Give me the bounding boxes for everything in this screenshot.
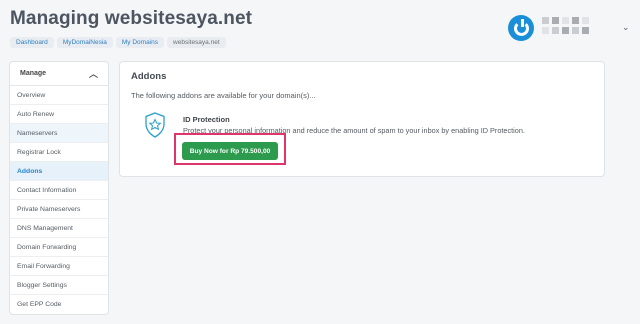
sidebar-item-overview[interactable]: Overview — [10, 86, 108, 105]
breadcrumb-my-domains[interactable]: My Domains — [115, 37, 165, 48]
addons-title: Addons — [131, 71, 167, 82]
chevron-up-icon[interactable]: ︿ — [89, 67, 98, 80]
sidebar-item-dns-management[interactable]: DNS Management — [10, 219, 108, 238]
sidebar-item-registrar-lock[interactable]: Registrar Lock — [10, 143, 108, 162]
shield-star-icon — [145, 112, 165, 138]
sidebar-item-contact-information[interactable]: Contact Information — [10, 181, 108, 200]
sidebar-item-blogger-settings[interactable]: Blogger Settings — [10, 276, 108, 295]
breadcrumb-mydomainesia[interactable]: MyDomaiNesia — [56, 37, 113, 48]
power-logo-icon[interactable] — [508, 15, 534, 41]
sidebar-item-private-nameservers[interactable]: Private Nameservers — [10, 200, 108, 219]
sidebar-item-addons[interactable]: Addons — [10, 162, 108, 181]
addon-name: ID Protection — [183, 115, 230, 124]
account-avatar-obscured[interactable] — [542, 17, 589, 34]
chevron-down-icon[interactable]: ⌄ — [622, 22, 630, 33]
sidebar-item-nameservers[interactable]: Nameservers — [10, 124, 108, 143]
sidebar-title: Manage — [20, 70, 47, 77]
breadcrumb-current-domain: websitesaya.net — [167, 37, 226, 48]
highlight-annotation-box — [174, 133, 286, 165]
breadcrumb: Dashboard MyDomaiNesia My Domains websit… — [10, 37, 226, 48]
sidebar-item-get-epp-code[interactable]: Get EPP Code — [10, 295, 108, 314]
sidebar-item-domain-forwarding[interactable]: Domain Forwarding — [10, 238, 108, 257]
sidebar-header[interactable]: Manage ︿ — [10, 62, 108, 86]
sidebar-item-email-forwarding[interactable]: Email Forwarding — [10, 257, 108, 276]
sidebar-item-auto-renew[interactable]: Auto Renew — [10, 105, 108, 124]
addons-description: The following addons are available for y… — [131, 91, 316, 100]
manage-sidebar: Manage ︿ Overview Auto Renew Nameservers… — [9, 61, 109, 315]
breadcrumb-dashboard[interactable]: Dashboard — [10, 37, 54, 48]
page-title: Managing websitesaya.net — [10, 8, 253, 29]
